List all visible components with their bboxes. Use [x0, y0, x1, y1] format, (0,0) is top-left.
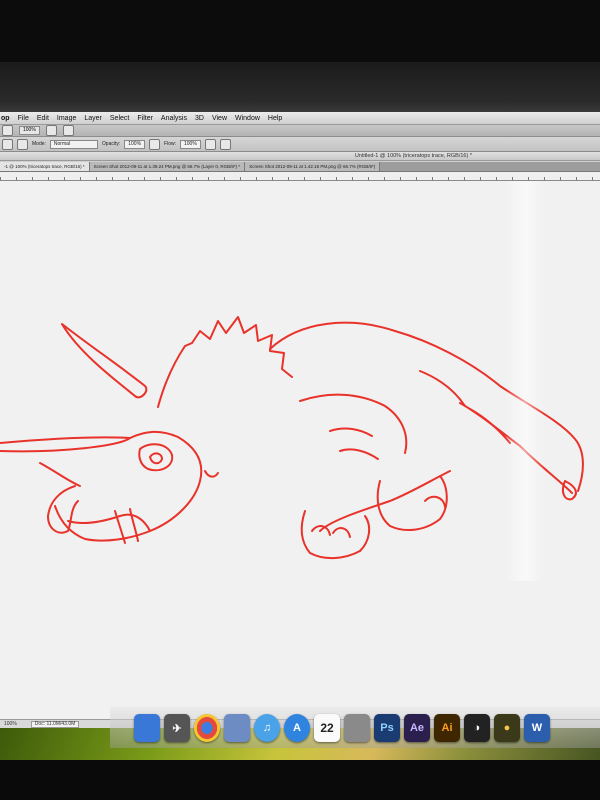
- illustrator-icon[interactable]: Ai: [434, 714, 460, 742]
- airbrush-icon[interactable]: [204, 138, 216, 150]
- document-window-title: Untitled-1 @ 100% (triceratops trace, RG…: [0, 152, 600, 161]
- tab-screen-shot-2[interactable]: Screen Shot 2012-09-11 at 1.42.16 PM.png…: [245, 162, 381, 171]
- wrinkles: [329, 370, 511, 460]
- nose-horn: [39, 462, 81, 487]
- eye-inner: [149, 452, 163, 465]
- beak: [47, 485, 79, 534]
- flow-field[interactable]: 100%: [180, 139, 201, 149]
- opacity-label: Opacity:: [101, 141, 121, 147]
- launchpad-icon[interactable]: ✈: [164, 714, 190, 742]
- dock: ✈ ♫ A 22 Ps Ae Ai ◑ ● W: [110, 706, 600, 748]
- flow-label: Flow:: [164, 141, 176, 147]
- tab-untitled-1[interactable]: -1 @ 100% (triceratops trace, RGB/16) *: [0, 162, 90, 171]
- mouth: [67, 513, 151, 532]
- menu-layer[interactable]: Layer: [80, 115, 106, 122]
- pressure-size-icon[interactable]: [219, 138, 231, 150]
- frill: [157, 316, 293, 408]
- tab-screen-shot-1[interactable]: Screen Shot 2012-09-11 at 1.39.24 PM.png…: [89, 162, 246, 171]
- brush-preset-icon[interactable]: [2, 138, 13, 150]
- wall-band: [0, 62, 600, 112]
- options-bar: Mode: Normal Opacity: 100% Flow: 100%: [0, 137, 600, 152]
- menu-filter[interactable]: Filter: [133, 115, 157, 122]
- cheek: [204, 470, 219, 478]
- calendar-icon[interactable]: 22: [314, 714, 340, 742]
- dvd-player-icon[interactable]: ●: [494, 714, 520, 742]
- rear-leg: [376, 475, 448, 532]
- photoshop-icon[interactable]: Ps: [374, 714, 400, 742]
- rear-toes: [424, 495, 446, 508]
- monitor-bottom-bezel: [0, 760, 600, 800]
- brush-panel-icon[interactable]: [17, 138, 28, 150]
- mode-select[interactable]: Normal: [49, 139, 98, 149]
- app-menu[interactable]: op: [0, 115, 14, 122]
- itunes-icon[interactable]: ♫: [254, 714, 280, 742]
- document-tabs: -1 @ 100% (triceratops trace, RGB/16) * …: [0, 162, 600, 172]
- screen-mode-icon[interactable]: [62, 125, 74, 136]
- menu-bar: op File Edit Image Layer Select Filter A…: [0, 112, 600, 125]
- word-icon[interactable]: W: [524, 714, 550, 742]
- zoom-readout[interactable]: 100%: [4, 720, 17, 728]
- final-cut-icon[interactable]: ◑: [464, 714, 490, 742]
- zoom-level-dropdown[interactable]: 100%: [19, 126, 40, 135]
- shoulder: [299, 393, 408, 454]
- monitor-top-bezel: [0, 0, 600, 62]
- launch-bridge-icon[interactable]: [2, 125, 13, 136]
- mode-label: Mode:: [32, 141, 46, 147]
- menu-edit[interactable]: Edit: [33, 115, 53, 122]
- pressure-opacity-icon[interactable]: [149, 138, 161, 150]
- finder-icon[interactable]: [134, 714, 160, 742]
- menu-3d[interactable]: 3D: [191, 115, 208, 122]
- menu-image[interactable]: Image: [53, 115, 80, 122]
- screen-glare: [505, 181, 545, 581]
- arrange-documents-icon[interactable]: [45, 125, 57, 136]
- front-leg: [300, 510, 371, 559]
- after-effects-icon[interactable]: Ae: [404, 714, 430, 742]
- chrome-icon[interactable]: [194, 714, 220, 742]
- brow-horn-lower: [0, 436, 131, 453]
- brow-horn-upper: [61, 323, 148, 399]
- eye-outer: [138, 443, 174, 472]
- menu-help[interactable]: Help: [264, 115, 286, 122]
- photo-booth-icon[interactable]: [344, 714, 370, 742]
- horizontal-ruler: [0, 172, 600, 181]
- application-bar: 100%: [0, 125, 600, 137]
- document-canvas[interactable]: [0, 181, 600, 719]
- menu-view[interactable]: View: [208, 115, 231, 122]
- menu-window[interactable]: Window: [231, 115, 264, 122]
- opacity-field[interactable]: 100%: [124, 139, 146, 149]
- front-toes: [311, 525, 351, 538]
- menu-analysis[interactable]: Analysis: [157, 115, 191, 122]
- document-size: Doc: 11.0M/43.0M: [30, 721, 80, 728]
- menu-select[interactable]: Select: [106, 115, 133, 122]
- app-store-icon[interactable]: A: [284, 714, 310, 742]
- monitor-screen: op File Edit Image Layer Select Filter A…: [0, 62, 600, 760]
- menu-file[interactable]: File: [14, 115, 33, 122]
- preview-icon[interactable]: [224, 714, 250, 742]
